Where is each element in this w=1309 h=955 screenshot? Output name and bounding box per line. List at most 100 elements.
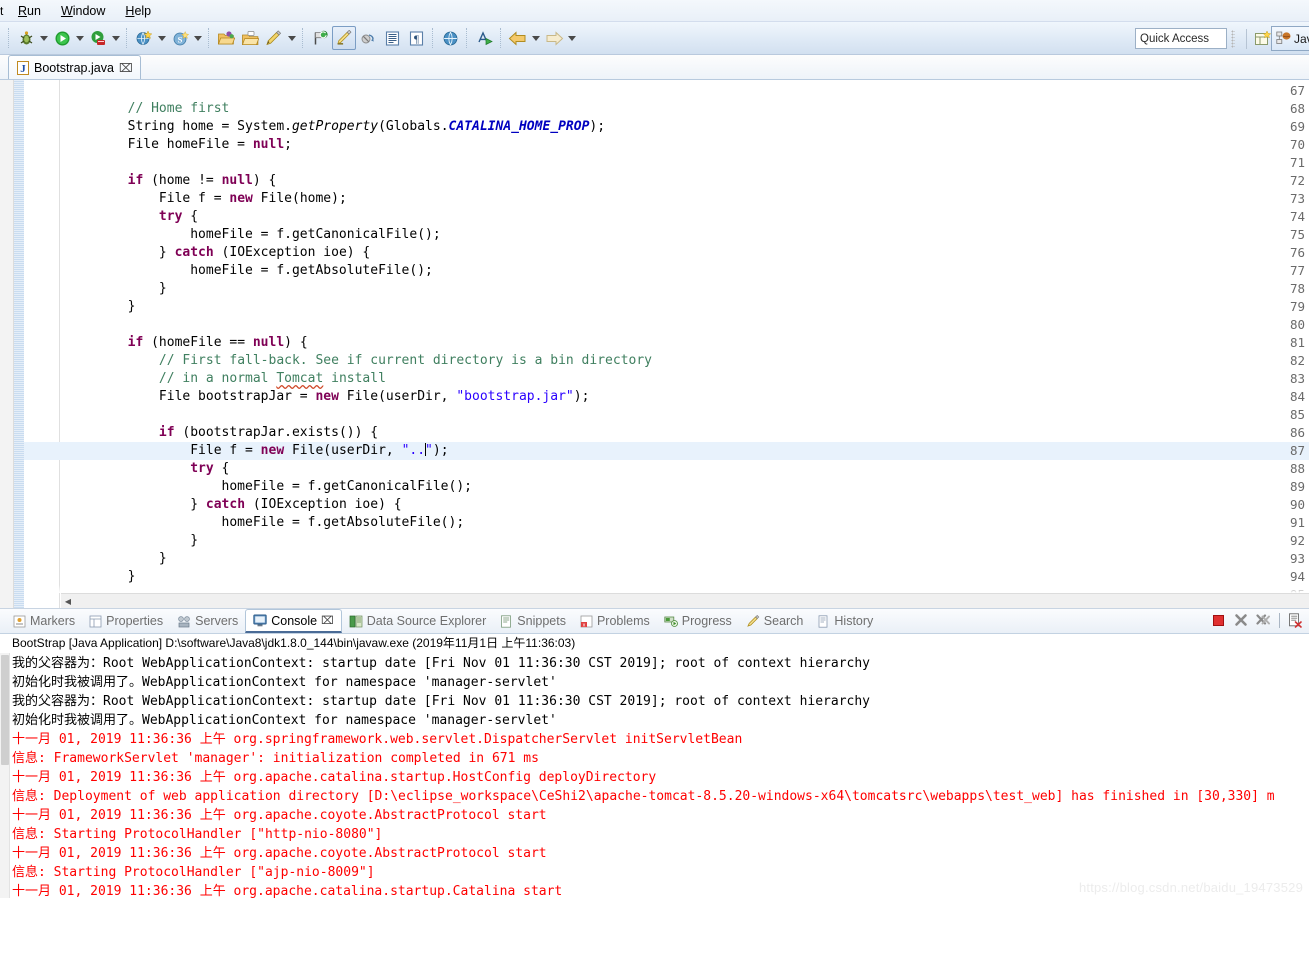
code-line[interactable]: } — [61, 568, 1309, 586]
code-line[interactable]: // Home first — [61, 100, 1309, 118]
menu-help[interactable]: Help — [115, 2, 161, 20]
code-token: new — [260, 443, 285, 458]
remove-launch-button[interactable] — [1233, 612, 1249, 628]
console-tab-label: Console — [271, 613, 318, 628]
code-line[interactable]: } — [61, 280, 1309, 298]
new-server-dropdown-arrow[interactable] — [156, 26, 168, 50]
code-line[interactable]: homeFile = f.getCanonicalFile(); — [61, 478, 1309, 496]
code-token: ); — [589, 119, 606, 134]
coverage-dropdown-arrow[interactable] — [110, 26, 122, 50]
code-token: } — [65, 551, 167, 566]
quick-access-input[interactable]: Quick Access — [1135, 28, 1227, 49]
back-button[interactable] — [506, 26, 530, 50]
menu-window[interactable]: Window — [51, 2, 115, 20]
debug-dropdown-arrow[interactable] — [38, 26, 50, 50]
close-icon[interactable]: ⌧ — [119, 62, 133, 74]
pilcrow-button[interactable]: ¶ — [404, 26, 428, 50]
console-tab-search[interactable]: Search — [739, 609, 811, 633]
close-icon[interactable]: ⌧ — [321, 614, 334, 627]
show-source-lines-button[interactable] — [380, 26, 404, 50]
run-dropdown-arrow[interactable] — [74, 26, 86, 50]
scroll-left-arrow[interactable]: ◀ — [61, 594, 75, 608]
clear-console-button[interactable] — [1287, 612, 1303, 628]
code-line[interactable]: File f = new File(home); — [61, 190, 1309, 208]
toolbar-grip[interactable] — [1231, 30, 1235, 48]
code-line[interactable]: homeFile = f.getAbsoluteFile(); — [61, 262, 1309, 280]
code-line[interactable]: File homeFile = null; — [61, 136, 1309, 154]
code-line[interactable]: homeFile = f.getAbsoluteFile(); — [61, 514, 1309, 532]
run-coverage-button[interactable] — [86, 26, 110, 50]
code-line[interactable] — [61, 406, 1309, 424]
editor-tab-bootstrap-java[interactable]: J Bootstrap.java ⌧ — [8, 55, 141, 79]
code-line[interactable]: // First fall-back. See if current direc… — [61, 352, 1309, 370]
console-tab-markers[interactable]: Markers — [6, 609, 82, 633]
code-line[interactable]: if (bootstrapJar.exists()) { — [61, 424, 1309, 442]
run-as-button[interactable] — [472, 26, 496, 50]
remove-all-terminated-button[interactable] — [1256, 612, 1272, 628]
debug-button[interactable] — [14, 26, 38, 50]
run-button[interactable] — [50, 26, 74, 50]
code-line[interactable]: if (home != null) { — [61, 172, 1309, 190]
code-line[interactable]: } — [61, 550, 1309, 568]
editor-tab-title: Bootstrap.java — [34, 60, 114, 75]
menu-clipped-project[interactable]: t — [0, 4, 8, 18]
open-browser-button[interactable] — [438, 26, 462, 50]
terminate-button[interactable] — [1210, 612, 1226, 628]
scrollbar-thumb[interactable] — [1, 655, 9, 765]
code-line[interactable]: File bootstrapJar = new File(userDir, "b… — [61, 388, 1309, 406]
forward-button[interactable] — [542, 26, 566, 50]
console-view-tabs: Markers Properties Servers Console ⌧ Data Sou… — [0, 609, 1309, 634]
editor-horizontal-scrollbar[interactable]: ◀ — [61, 593, 1309, 608]
console-line: 初始化时我被调用了。WebApplicationContext for name… — [12, 713, 557, 728]
forward-dropdown-arrow[interactable] — [566, 26, 578, 50]
menu-run-rest: un — [27, 3, 41, 18]
code-line[interactable] — [61, 82, 1309, 100]
code-line[interactable]: homeFile = f.getCanonicalFile(); — [61, 226, 1309, 244]
code-line[interactable]: } catch (IOException ioe) { — [61, 496, 1309, 514]
open-task-button[interactable] — [238, 26, 262, 50]
console-tab-problems[interactable]: x Problems — [573, 609, 657, 633]
code-line[interactable]: } catch (IOException ioe) { — [61, 244, 1309, 262]
code-line[interactable]: try { — [61, 208, 1309, 226]
code-line[interactable]: } — [61, 298, 1309, 316]
new-server-button[interactable] — [132, 26, 156, 50]
svn-dropdown-arrow[interactable] — [192, 26, 204, 50]
skip-breakpoints-button[interactable] — [356, 26, 380, 50]
code-line[interactable]: } — [61, 532, 1309, 550]
console-tab-servers[interactable]: Servers — [170, 609, 245, 633]
editor-annotation-strip[interactable] — [14, 80, 24, 608]
console-tab-properties[interactable]: Properties — [82, 609, 170, 633]
code-line[interactable] — [61, 316, 1309, 334]
code-line[interactable]: if (homeFile == null) { — [61, 334, 1309, 352]
back-dropdown-arrow[interactable] — [530, 26, 542, 50]
new-java-dropdown-arrow[interactable] — [286, 26, 298, 50]
open-package-button[interactable] — [214, 26, 238, 50]
menu-bar: t Run Window Help — [0, 0, 1309, 22]
toggle-mark-occurrences-button[interactable] — [332, 26, 356, 50]
code-line[interactable]: File f = new File(userDir, ".."); — [61, 442, 1309, 460]
code-line[interactable] — [61, 154, 1309, 172]
console-vertical-scrollbar[interactable] — [0, 653, 10, 898]
code-token: install — [323, 371, 386, 386]
console-tab-history[interactable]: History — [810, 609, 880, 633]
code-line[interactable]: // in a normal Tomcat install — [61, 370, 1309, 388]
toggle-breakpoint-button[interactable] — [308, 26, 332, 50]
menu-run[interactable]: Run — [8, 2, 51, 20]
console-output[interactable]: 我的父容器为：Root WebApplicationContext: start… — [0, 653, 1309, 898]
new-java-pencil-button[interactable] — [262, 26, 286, 50]
svn-button[interactable]: S — [168, 26, 192, 50]
code-line[interactable]: String home = System.getProperty(Globals… — [61, 118, 1309, 136]
console-toolbar-separator — [1279, 612, 1280, 628]
code-text[interactable]: // Home first String home = System.getPr… — [61, 80, 1309, 608]
code-line[interactable]: try { — [61, 460, 1309, 478]
code-token: null — [221, 173, 253, 188]
code-token: CATALINA_HOME_PROP — [448, 119, 590, 134]
console-tab-console[interactable]: Console ⌧ — [245, 609, 342, 633]
console-tab-snippets[interactable]: Snippets — [493, 609, 573, 633]
perspective-java-button[interactable]: Jav — [1271, 26, 1309, 51]
console-tab-progress[interactable]: Progress — [657, 609, 739, 633]
editor-left-ruler[interactable] — [0, 80, 14, 608]
console-tab-data-source-explorer[interactable]: Data Source Explorer — [342, 609, 494, 633]
code-editor[interactable]: 67 68 69 70 71 72 73 74 75 76 77 78 79 80 81 82 83 84 85 86… — [0, 80, 1309, 609]
